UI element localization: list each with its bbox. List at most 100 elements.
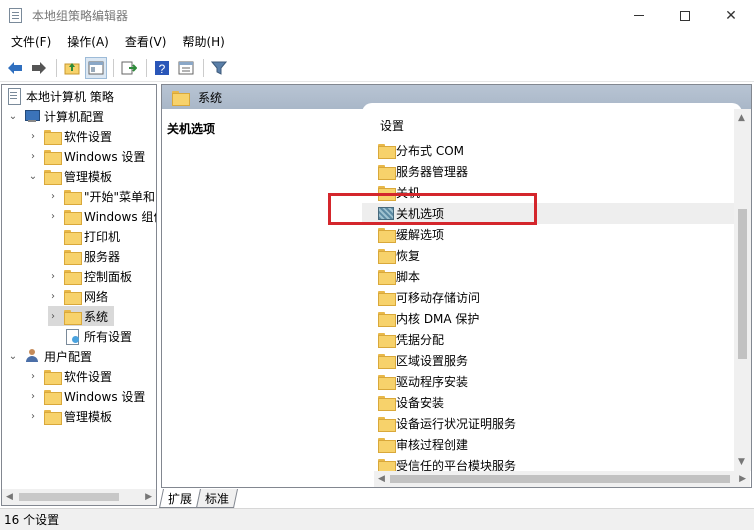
forward-button[interactable] (28, 57, 50, 79)
chevron-right-icon[interactable]: › (28, 151, 38, 162)
list-item[interactable]: 审核过程创建 (362, 434, 734, 455)
chevron-right-icon[interactable]: › (28, 391, 38, 402)
tree-item-computer-config[interactable]: ⌄ 计算机配置 (8, 106, 104, 126)
list-item[interactable]: 恢复 (362, 245, 734, 266)
tree-item-cc-windows[interactable]: › Windows 设置 (28, 146, 145, 166)
title-bar: 本地组策略编辑器 ✕ (0, 0, 754, 31)
settings-list: 设置 分布式 COM 服务器管理器 关机 关机选项 缓解选项 恢复 脚本 可移动… (362, 103, 742, 474)
list-item[interactable]: 区域设置服务 (362, 350, 734, 371)
export-list-button[interactable] (118, 57, 140, 79)
tree-item-servers[interactable]: 服务器 (64, 246, 120, 266)
view-tabs: 扩展 标准 (158, 488, 239, 508)
menu-help[interactable]: 帮助(H) (174, 31, 232, 53)
tree-item-label: 软件设置 (64, 369, 113, 384)
scrollbar-thumb[interactable] (738, 209, 747, 359)
tree-root-label: 本地计算机 策略 (26, 89, 114, 104)
chevron-down-icon[interactable]: ⌄ (28, 171, 38, 182)
scroll-left-icon[interactable]: ◀ (6, 492, 13, 502)
folder-icon (378, 333, 396, 348)
chevron-right-icon[interactable]: › (28, 131, 38, 142)
minimize-button[interactable] (616, 0, 662, 31)
tree-item-uc-windows[interactable]: › Windows 设置 (28, 386, 145, 406)
folder-icon (64, 229, 82, 245)
scroll-right-icon[interactable]: ▶ (145, 492, 152, 502)
list-item[interactable]: 驱动程序安装 (362, 371, 734, 392)
tree-horizontal-scrollbar[interactable]: ◀ ▶ (2, 489, 156, 505)
tree-root[interactable]: 本地计算机 策略 (6, 86, 114, 106)
scroll-up-icon[interactable]: ▲ (738, 113, 745, 123)
scroll-left-icon[interactable]: ◀ (378, 474, 385, 484)
maximize-button[interactable] (662, 0, 708, 31)
help-button[interactable]: ? (151, 57, 173, 79)
chevron-right-icon[interactable]: › (48, 311, 58, 322)
filter-button[interactable] (208, 57, 230, 79)
chevron-right-icon[interactable]: › (48, 211, 58, 222)
tree-item-windows-components[interactable]: › Windows 组件 (48, 206, 156, 226)
menu-action[interactable]: 操作(A) (59, 31, 117, 53)
chevron-right-icon[interactable]: › (48, 291, 58, 302)
tab-standard[interactable]: 标准 (195, 489, 239, 508)
list-item[interactable]: 内核 DMA 保护 (362, 308, 734, 329)
chevron-right-icon[interactable]: › (48, 191, 58, 202)
tree-item-uc-admin[interactable]: › 管理模板 (28, 406, 112, 426)
list-item-label: 服务器管理器 (396, 165, 469, 179)
tree-item-label: "开始"菜单和 (84, 189, 156, 204)
tree-item-start-menu[interactable]: › "开始"菜单和 (48, 186, 155, 206)
chevron-down-icon[interactable]: ⌄ (8, 111, 18, 122)
toolbar-separator (56, 59, 57, 77)
tree-item-printers[interactable]: 打印机 (64, 226, 120, 246)
menu-file[interactable]: 文件(F) (3, 31, 59, 53)
folder-icon (378, 375, 396, 390)
up-one-level-button[interactable] (61, 57, 83, 79)
list-item[interactable]: 缓解选项 (362, 224, 734, 245)
folder-icon (378, 165, 396, 180)
list-item[interactable]: 凭据分配 (362, 329, 734, 350)
scroll-right-icon[interactable]: ▶ (739, 474, 746, 484)
menu-view[interactable]: 查看(V) (117, 31, 175, 53)
toolbar-separator (203, 59, 204, 77)
list-horizontal-scrollbar[interactable]: ◀ ▶ (374, 471, 750, 487)
list-item-label: 设备运行状况证明服务 (396, 417, 517, 431)
list-item[interactable]: 设备安装 (362, 392, 734, 413)
toolbar-separator (146, 59, 147, 77)
tree-item-cc-software[interactable]: › 软件设置 (28, 126, 112, 146)
folder-icon (378, 354, 396, 369)
tree-item-user-config[interactable]: ⌄ 用户配置 (8, 346, 92, 366)
tree-item-network[interactable]: › 网络 (48, 286, 108, 306)
list-item[interactable]: 脚本 (362, 266, 734, 287)
chevron-right-icon[interactable]: › (48, 271, 58, 282)
show-hide-tree-button[interactable] (85, 57, 107, 79)
tree-item-all-settings[interactable]: 所有设置 (64, 326, 132, 346)
forward-arrow-icon (32, 62, 46, 74)
tree-item-uc-software[interactable]: › 软件设置 (28, 366, 112, 386)
list-vertical-scrollbar[interactable]: ▲ ▼ (734, 109, 751, 471)
list-item-label: 可移动存储访问 (396, 291, 481, 305)
tab-extended[interactable]: 扩展 (158, 489, 202, 508)
menu-bar: 文件(F) 操作(A) 查看(V) 帮助(H) (0, 31, 754, 53)
status-text: 16 个设置 (4, 513, 60, 527)
list-item[interactable]: 分布式 COM (362, 140, 734, 161)
scroll-down-icon[interactable]: ▼ (738, 457, 745, 467)
scrollbar-thumb[interactable] (19, 493, 119, 501)
close-button[interactable]: ✕ (708, 0, 754, 31)
tree-item-cc-admin[interactable]: ⌄ 管理模板 (28, 166, 112, 186)
list-item-label: 分布式 COM (396, 144, 464, 158)
back-button[interactable] (4, 57, 26, 79)
list-item-label: 审核过程创建 (396, 438, 469, 452)
list-item[interactable]: 可移动存储访问 (362, 287, 734, 308)
folder-open-icon (64, 309, 82, 325)
description-title: 关机选项 (167, 122, 216, 136)
list-item[interactable]: 设备运行状况证明服务 (362, 413, 734, 434)
properties-button[interactable] (175, 57, 197, 79)
list-item[interactable]: 服务器管理器 (362, 161, 734, 182)
chevron-right-icon[interactable]: › (28, 411, 38, 422)
scrollbar-thumb[interactable] (390, 475, 730, 483)
column-header-setting[interactable]: 设置 (380, 117, 404, 134)
highlight-box (328, 193, 537, 225)
chevron-down-icon[interactable]: ⌄ (8, 351, 18, 362)
chevron-right-icon[interactable]: › (28, 371, 38, 382)
tree-item-label: 管理模板 (64, 169, 113, 184)
tree-item-system[interactable]: › 系统 (48, 306, 114, 326)
folder-icon (378, 312, 396, 327)
tree-item-control-panel[interactable]: › 控制面板 (48, 266, 132, 286)
